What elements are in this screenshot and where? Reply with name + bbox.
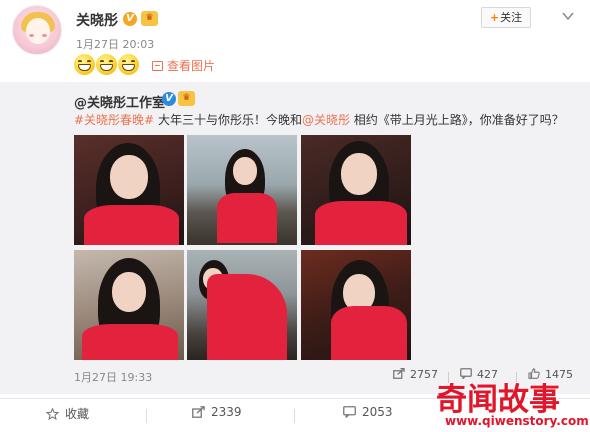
photo-thumbnail-4[interactable] bbox=[74, 250, 184, 360]
follow-button[interactable]: +关注 bbox=[481, 7, 531, 28]
hashtag-link[interactable]: #关晓彤春晚# bbox=[74, 113, 154, 127]
weibo-post-card: 关晓彤 V ♛ 1月27日 20:03 +关注 查看图片 @关晓彤工作室 V ♛… bbox=[0, 0, 590, 432]
view-pictures-link[interactable]: 查看图片 bbox=[152, 57, 215, 74]
user-avatar[interactable] bbox=[12, 5, 62, 55]
repost-text: #关晓彤春晚# 大年三十与你彤乐！今晚和@关晓彤 相约《带上月光上路》，你准备好… bbox=[74, 111, 564, 128]
favorite-label: 收藏 bbox=[65, 407, 90, 421]
divider bbox=[294, 409, 295, 423]
favorite-button[interactable]: 收藏 bbox=[46, 405, 89, 422]
follow-label: 关注 bbox=[500, 11, 523, 24]
repost-timestamp[interactable]: 1月27日 19:33 bbox=[74, 369, 152, 385]
watermark-title: 奇闻故事 bbox=[436, 382, 560, 418]
watermark-url: www.qiwenstory.com bbox=[445, 414, 589, 428]
repost-text-part1: 大年三十与你彤乐！今晚和 bbox=[154, 113, 302, 127]
member-crown-icon: ♛ bbox=[178, 91, 195, 106]
repost-count-value: 2339 bbox=[211, 405, 242, 419]
repost-block: @关晓彤工作室 V ♛ #关晓彤春晚# 大年三十与你彤乐！今晚和@关晓彤 相约《… bbox=[0, 82, 590, 394]
photo-thumbnail-3[interactable] bbox=[301, 135, 411, 245]
forward-count-value: 2757 bbox=[410, 368, 438, 381]
view-pictures-label: 查看图片 bbox=[167, 59, 216, 73]
forward-icon bbox=[192, 406, 205, 418]
repost-author-name[interactable]: @关晓彤工作室 bbox=[74, 92, 165, 111]
comment-icon bbox=[343, 406, 356, 418]
picture-icon bbox=[152, 61, 163, 71]
repost-button[interactable]: 2339 bbox=[192, 405, 242, 419]
forward-icon bbox=[393, 368, 405, 379]
chevron-down-icon[interactable] bbox=[562, 10, 574, 22]
grin-emoji-icon bbox=[74, 54, 95, 75]
member-crown-icon: ♛ bbox=[141, 11, 158, 26]
author-name[interactable]: 关晓彤 bbox=[76, 10, 118, 30]
post-timestamp[interactable]: 1月27日 20:03 bbox=[76, 36, 154, 52]
verified-blue-badge-icon: V bbox=[162, 92, 176, 106]
mention-link[interactable]: @关晓彤 bbox=[302, 113, 350, 127]
verified-badge-icon: V bbox=[123, 12, 137, 26]
grin-emoji-icon bbox=[96, 54, 117, 75]
repost-text-part2: 相约《带上月光上路》，你准备好了吗？ bbox=[349, 113, 564, 127]
photo-thumbnail-5[interactable] bbox=[187, 250, 297, 360]
photo-thumbnail-6[interactable] bbox=[301, 250, 411, 360]
photo-thumbnail-1[interactable] bbox=[74, 135, 184, 245]
repost-forward-count[interactable]: 2757 bbox=[393, 368, 438, 381]
star-icon bbox=[46, 408, 59, 420]
comment-button[interactable]: 2053 bbox=[343, 405, 393, 419]
comment-count-value: 2053 bbox=[362, 405, 393, 419]
photo-thumbnail-2[interactable] bbox=[187, 135, 297, 245]
divider bbox=[146, 409, 147, 423]
grin-emoji-icon bbox=[118, 54, 139, 75]
plus-icon: + bbox=[489, 11, 500, 24]
